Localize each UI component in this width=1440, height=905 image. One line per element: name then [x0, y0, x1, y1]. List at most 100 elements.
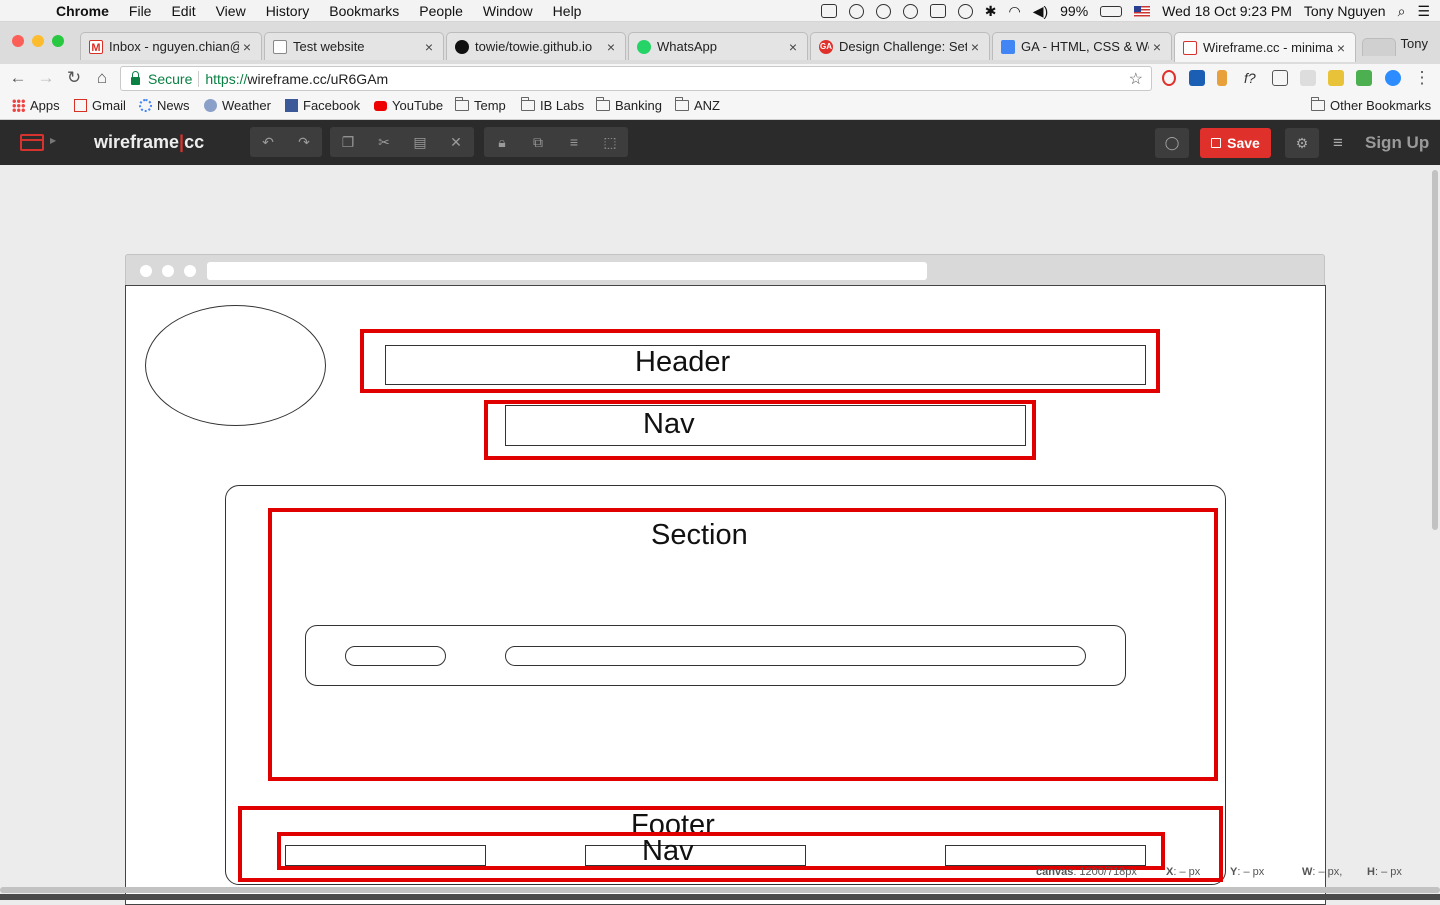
- save-button[interactable]: Save: [1200, 128, 1271, 158]
- bookmark-star-icon[interactable]: ☆: [1129, 69, 1143, 89]
- forward-icon[interactable]: →: [36, 68, 56, 88]
- paste-icon[interactable]: ▤: [402, 127, 438, 157]
- footer-link-rect-center[interactable]: [585, 845, 806, 866]
- menu-help[interactable]: Help: [553, 3, 582, 19]
- loading-icon[interactable]: [902, 3, 918, 19]
- bookmark-gmail[interactable]: Gmail: [74, 98, 126, 113]
- comment-button[interactable]: ◯: [1155, 128, 1189, 158]
- battery-icon[interactable]: [1100, 5, 1123, 17]
- menu-window[interactable]: Window: [483, 3, 533, 19]
- layout-extension-icon[interactable]: [1300, 70, 1316, 86]
- key-extension-icon[interactable]: [1217, 70, 1227, 86]
- spotlight-search-icon[interactable]: ⌕: [1398, 3, 1406, 20]
- footer-link-rect-left[interactable]: [285, 845, 486, 866]
- analytics-extension-icon[interactable]: [1356, 70, 1372, 86]
- bookmark-folder-ib-labs[interactable]: IB Labs: [521, 97, 584, 113]
- bookmark-folder-temp[interactable]: Temp: [455, 97, 506, 113]
- reload-icon[interactable]: ↻: [64, 68, 84, 88]
- layer-order-icon[interactable]: ⧉: [520, 127, 556, 157]
- close-tab-icon[interactable]: ×: [603, 39, 619, 55]
- opera-extension-icon[interactable]: [1162, 70, 1176, 86]
- bookmark-folder-banking[interactable]: Banking: [596, 97, 662, 113]
- bookmark-youtube[interactable]: YouTube: [374, 98, 443, 113]
- bookmark-weather[interactable]: Weather: [204, 98, 271, 113]
- close-window-button[interactable]: [12, 35, 24, 47]
- minimize-window-button[interactable]: [32, 35, 44, 47]
- menu-edit[interactable]: Edit: [171, 3, 195, 19]
- section-label[interactable]: Section: [651, 519, 748, 552]
- menu-history[interactable]: History: [266, 3, 310, 19]
- menu-view[interactable]: View: [216, 3, 246, 19]
- capture-extension-icon[interactable]: [1272, 70, 1288, 86]
- tab-wireframe[interactable]: Wireframe.cc - minima ×: [1174, 32, 1356, 62]
- zoom-extension-icon[interactable]: [1385, 70, 1401, 86]
- close-tab-icon[interactable]: ×: [421, 39, 437, 55]
- sign-up-link[interactable]: Sign Up: [1365, 133, 1429, 153]
- clock[interactable]: Wed 18 Oct 9:23 PM: [1162, 3, 1292, 19]
- battery-percent[interactable]: 99%: [1060, 3, 1088, 19]
- wifi-icon[interactable]: ◠: [1008, 3, 1020, 20]
- tab-gmail[interactable]: M Inbox - nguyen.chian@ ×: [80, 32, 262, 60]
- s-extension-icon[interactable]: [1189, 70, 1205, 86]
- new-tab-button[interactable]: [1362, 38, 1396, 56]
- footer-link-rect-right[interactable]: [945, 845, 1146, 866]
- button-pill-shape[interactable]: [345, 646, 446, 666]
- chrome-menu-icon[interactable]: ⋮: [1412, 68, 1432, 88]
- close-tab-icon[interactable]: ×: [1333, 40, 1349, 56]
- delete-icon[interactable]: ✕: [438, 127, 474, 157]
- profile-button[interactable]: Tony: [1401, 36, 1428, 51]
- signature-icon[interactable]: [875, 3, 891, 19]
- settings-button[interactable]: ⚙: [1285, 128, 1319, 158]
- close-tab-icon[interactable]: ×: [785, 39, 801, 55]
- cut-icon[interactable]: ✂: [366, 127, 402, 157]
- horizontal-scrollbar[interactable]: [0, 887, 1440, 893]
- tab-whatsapp[interactable]: WhatsApp ×: [628, 32, 808, 60]
- bluetooth-icon[interactable]: ✱: [985, 3, 997, 20]
- header-rect[interactable]: [385, 345, 1146, 385]
- other-bookmarks[interactable]: Other Bookmarks: [1311, 97, 1431, 113]
- stencil-url-bar[interactable]: [207, 262, 927, 280]
- address-bar[interactable]: Secure https:// wireframe.cc/uR6GAm ☆: [120, 66, 1152, 91]
- stencil-browser-chrome[interactable]: [125, 254, 1325, 286]
- screen-icon[interactable]: [820, 4, 837, 18]
- header-label[interactable]: Header: [635, 346, 730, 379]
- nav-label[interactable]: Nav: [643, 408, 695, 441]
- group-icon[interactable]: ⬚: [592, 127, 628, 157]
- align-icon[interactable]: ≡: [556, 127, 592, 157]
- duplicate-icon[interactable]: ❐: [330, 127, 366, 157]
- hamburger-menu-icon[interactable]: ≡: [1333, 133, 1343, 153]
- menu-app-chrome[interactable]: Chrome: [56, 3, 109, 19]
- lock-icon[interactable]: [848, 3, 864, 19]
- chevron-right-icon[interactable]: ▶: [50, 136, 56, 145]
- user-name[interactable]: Tony Nguyen: [1304, 3, 1386, 19]
- notes-extension-icon[interactable]: [1328, 70, 1344, 86]
- home-icon[interactable]: ⌂: [92, 68, 112, 88]
- input-source-flag-icon[interactable]: [1134, 5, 1151, 17]
- tab-ga-docs[interactable]: GA - HTML, CSS & We ×: [992, 32, 1172, 60]
- footer-nav-label[interactable]: Nav: [642, 835, 694, 868]
- tab-test-website[interactable]: Test website ×: [264, 32, 444, 60]
- volume-icon[interactable]: ◀): [1033, 3, 1048, 20]
- zoom-window-button[interactable]: [52, 35, 64, 47]
- tab-design-challenge[interactable]: GA Design Challenge: Sett ×: [810, 32, 990, 60]
- airplay-icon[interactable]: [929, 4, 946, 18]
- undo-icon[interactable]: ↶: [250, 127, 286, 157]
- tab-github[interactable]: towie/towie.github.io ×: [446, 32, 626, 60]
- back-icon[interactable]: ←: [8, 68, 28, 88]
- logo-ellipse-shape[interactable]: [145, 305, 326, 426]
- lock-icon[interactable]: 🔒︎: [484, 127, 520, 157]
- bookmark-news[interactable]: News: [139, 98, 190, 113]
- menu-people[interactable]: People: [419, 3, 463, 19]
- bookmark-folder-anz[interactable]: ANZ: [675, 97, 720, 113]
- bookmark-facebook[interactable]: Facebook: [285, 98, 360, 113]
- stencil-browser-icon[interactable]: [20, 134, 44, 151]
- input-pill-shape[interactable]: [505, 646, 1086, 666]
- redo-icon[interactable]: ↷: [286, 127, 322, 157]
- close-tab-icon[interactable]: ×: [967, 39, 983, 55]
- nav-rect[interactable]: [505, 405, 1026, 446]
- font-extension-icon[interactable]: f?: [1244, 70, 1260, 86]
- close-tab-icon[interactable]: ×: [239, 39, 255, 55]
- notification-center-icon[interactable]: ☰: [1417, 3, 1430, 20]
- menu-file[interactable]: File: [129, 3, 152, 19]
- menu-bookmarks[interactable]: Bookmarks: [329, 3, 399, 19]
